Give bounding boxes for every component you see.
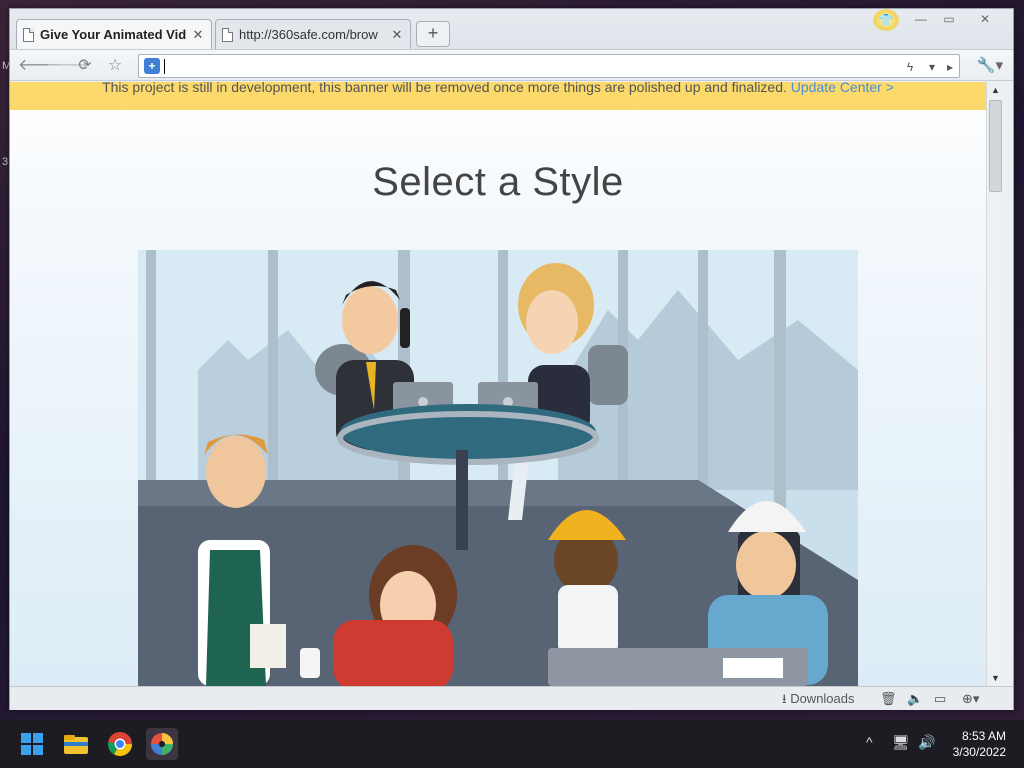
address-bar[interactable]: + ϟ ▾ ▸: [138, 54, 960, 78]
scroll-down-arrow-icon[interactable]: ▼: [987, 670, 1004, 686]
page-icon: [23, 27, 34, 42]
close-window-button[interactable]: ✕: [965, 11, 1005, 29]
download-icon: ⭳: [782, 691, 787, 706]
browser-toolbar: 🡐 🡒 ⟳ ☆ + ϟ ▾ ▸ 🔧▾: [10, 49, 1013, 81]
wrench-menu-icon[interactable]: 🔧▾: [973, 56, 1007, 76]
page-icon: [222, 27, 233, 42]
tab-animated-video[interactable]: Give Your Animated Vid ✕: [16, 19, 212, 49]
vertical-scrollbar[interactable]: ▲ ▼: [986, 82, 1004, 686]
system-clock[interactable]: 8:53 AM 3/30/2022: [953, 728, 1006, 760]
taskbar: ^ 🖥 🔊 8:53 AM 3/30/2022: [0, 720, 1024, 768]
browser-window: Give Your Animated Vid ✕ http://360safe.…: [9, 8, 1014, 710]
go-arrow-icon[interactable]: ▸: [941, 58, 959, 76]
volume-icon[interactable]: 🔊: [918, 734, 935, 751]
development-banner: This project is still in development, th…: [10, 82, 986, 110]
minimize-button[interactable]: —: [909, 11, 933, 29]
illustration-svg: [138, 250, 858, 686]
tab-360safe[interactable]: http://360safe.com/brow ✕: [215, 19, 411, 49]
page-title: Select a Style: [372, 160, 624, 204]
dropdown-arrow-icon[interactable]: ▾: [923, 58, 941, 76]
file-explorer-icon[interactable]: [60, 728, 92, 760]
zoom-icon[interactable]: ⊕▾: [962, 690, 979, 708]
close-tab-icon[interactable]: ✕: [191, 27, 205, 43]
clock-time: 8:53 AM: [961, 729, 1006, 743]
color-wheel-icon: [151, 733, 173, 755]
color-wheel-app-icon[interactable]: [146, 728, 178, 760]
network-icon[interactable]: 🖥: [892, 734, 910, 751]
chrome-logo: [108, 732, 132, 757]
new-tab-button[interactable]: +: [416, 21, 450, 47]
lightning-icon[interactable]: ϟ: [901, 58, 919, 76]
folder-icon: [64, 735, 88, 754]
clock-date: 3/30/2022: [952, 745, 1006, 759]
office-style-illustration[interactable]: [138, 250, 858, 686]
text-cursor: [164, 59, 165, 74]
maximize-button[interactable]: ▭: [937, 11, 961, 29]
forward-arrow-icon[interactable]: 🡒: [46, 56, 89, 76]
windows-start-icon[interactable]: [16, 728, 48, 760]
tab-title: http://360safe.com/brow: [239, 27, 378, 42]
tab-strip: Give Your Animated Vid ✕ http://360safe.…: [10, 9, 1013, 49]
downloads-button[interactable]: ⭳ Downloads: [782, 690, 855, 708]
window-controls: — ▭ ✕: [909, 11, 1005, 29]
screen-icon[interactable]: ▭: [934, 690, 946, 708]
downloads-label: Downloads: [790, 691, 855, 706]
update-center-link[interactable]: Update Center >: [791, 82, 894, 95]
back-arrow-icon[interactable]: 🡐: [18, 56, 61, 76]
show-hidden-icons-chevron-icon[interactable]: ^: [866, 734, 873, 750]
trash-icon[interactable]: 🗑: [880, 690, 897, 708]
start-logo: [21, 733, 43, 755]
speaker-icon[interactable]: 🔈: [907, 690, 923, 708]
status-bar: ⭳ Downloads 🗑 🔈 ▭ ⊕▾: [10, 686, 1013, 710]
security-shield-icon: +: [144, 58, 160, 74]
chrome-icon[interactable]: [104, 728, 136, 760]
favorite-star-icon[interactable]: ☆: [104, 56, 126, 76]
close-tab-icon[interactable]: ✕: [390, 27, 404, 43]
reload-icon[interactable]: ⟳: [74, 56, 96, 76]
scroll-up-arrow-icon[interactable]: ▲: [987, 82, 1004, 98]
banner-text: This project is still in development, th…: [102, 82, 787, 95]
desktop-glyph: 3: [2, 156, 9, 168]
tab-title: Give Your Animated Vid: [40, 27, 187, 42]
page-viewport: This project is still in development, th…: [10, 82, 986, 686]
scroll-thumb[interactable]: [989, 100, 1002, 192]
skin-shirt-icon[interactable]: 👕: [873, 9, 899, 31]
